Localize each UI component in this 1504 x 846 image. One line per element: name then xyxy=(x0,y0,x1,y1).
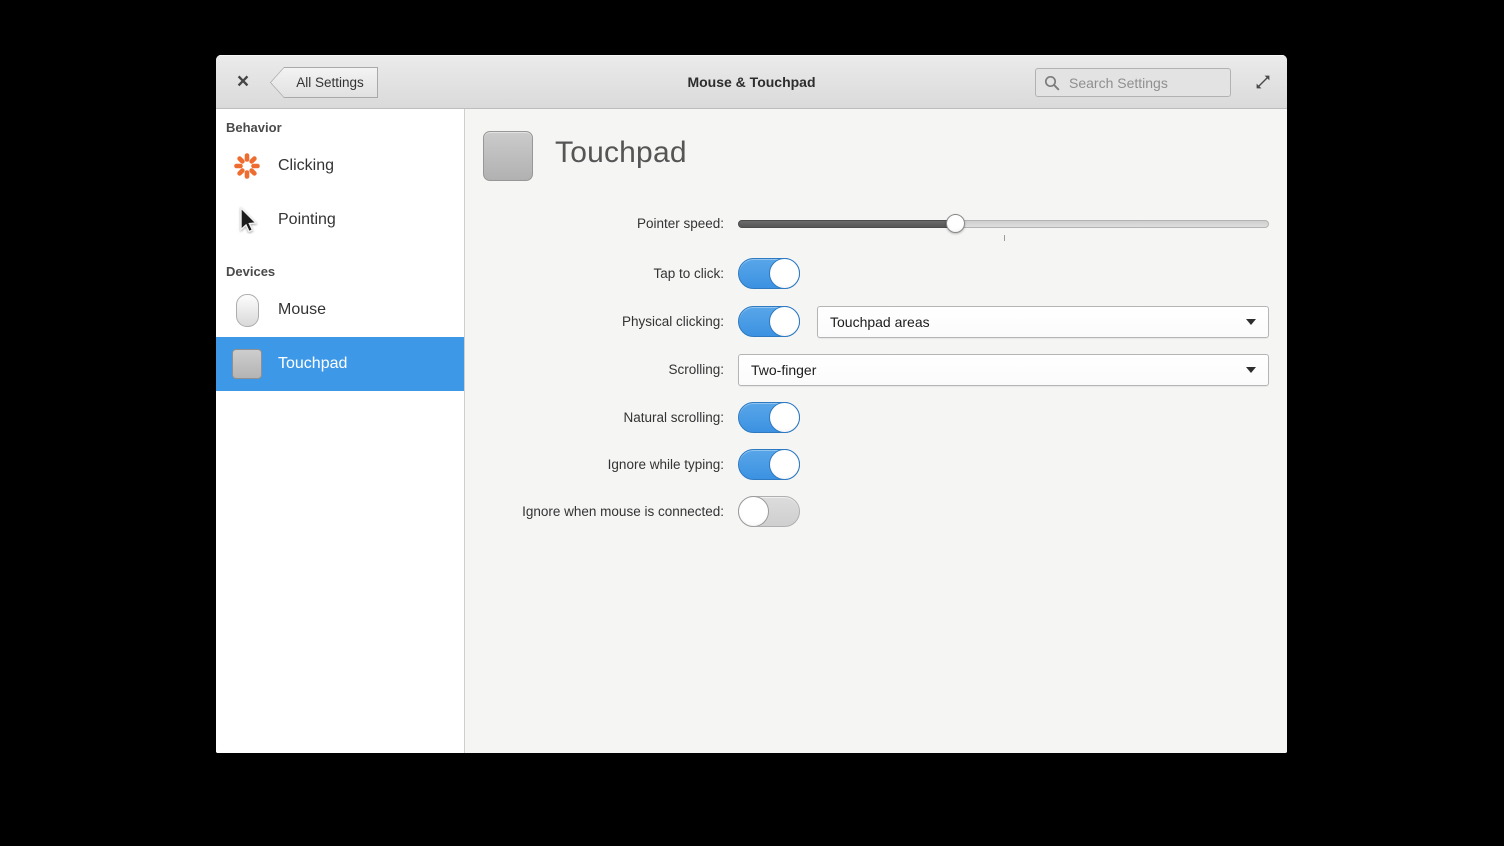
slider-fill xyxy=(738,220,956,228)
mouse-icon xyxy=(236,294,259,327)
row-ignore-mouse-connected: Ignore when mouse is connected: xyxy=(465,496,1269,528)
physical-clicking-select[interactable]: Touchpad areas xyxy=(817,306,1269,338)
toggle-knob xyxy=(738,496,769,527)
physical-clicking-label: Physical clicking: xyxy=(465,306,724,338)
row-natural-scrolling: Natural scrolling: xyxy=(465,402,1269,434)
search-icon xyxy=(1044,75,1060,91)
sidebar-item-label: Clicking xyxy=(278,157,334,175)
desktop-background: × Mouse & Touchpad All Settings xyxy=(0,0,1504,846)
close-button[interactable]: × xyxy=(230,55,256,108)
touchpad-icon xyxy=(232,349,262,379)
sidebar-item-mouse[interactable]: Mouse xyxy=(216,283,464,337)
window-body: Behavior xyxy=(216,109,1287,753)
titlebar: × Mouse & Touchpad All Settings xyxy=(216,55,1287,109)
tap-to-click-toggle[interactable] xyxy=(738,258,800,289)
toggle-knob xyxy=(769,258,800,289)
panel-title: Touchpad xyxy=(555,136,687,170)
cursor-icon xyxy=(232,206,262,234)
natural-scrolling-toggle[interactable] xyxy=(738,402,800,433)
sidebar: Behavior xyxy=(216,109,465,753)
sidebar-item-touchpad[interactable]: Touchpad xyxy=(216,337,464,391)
toggle-knob xyxy=(769,306,800,337)
natural-scrolling-label: Natural scrolling: xyxy=(465,402,724,434)
sidebar-section-devices: Devices xyxy=(216,261,464,283)
sidebar-item-label: Touchpad xyxy=(278,355,347,373)
row-ignore-while-typing: Ignore while typing: xyxy=(465,449,1269,481)
pointer-speed-slider[interactable] xyxy=(738,208,1269,240)
sidebar-item-label: Mouse xyxy=(278,301,326,319)
sidebar-item-clicking[interactable]: Clicking xyxy=(216,139,464,193)
settings-window: × Mouse & Touchpad All Settings xyxy=(216,55,1287,753)
slider-center-tick xyxy=(1004,235,1005,241)
toggle-knob xyxy=(769,449,800,480)
touchpad-hero-icon xyxy=(483,131,533,181)
slider-handle[interactable] xyxy=(946,214,965,233)
row-pointer-speed: Pointer speed: xyxy=(465,208,1269,240)
toggle-knob xyxy=(769,402,800,433)
touchpad-panel: Touchpad Pointer speed: T xyxy=(465,109,1287,753)
back-button-label: All Settings xyxy=(296,75,364,90)
search-input[interactable] xyxy=(1067,74,1222,92)
sidebar-section-behavior: Behavior xyxy=(216,117,464,139)
ignore-while-typing-label: Ignore while typing: xyxy=(465,449,724,481)
sidebar-item-pointing[interactable]: Pointing xyxy=(216,193,464,247)
chevron-down-icon xyxy=(1246,319,1256,325)
maximize-button[interactable] xyxy=(1253,72,1273,92)
pointer-speed-label: Pointer speed: xyxy=(465,208,724,240)
tap-to-click-label: Tap to click: xyxy=(465,258,724,290)
selected-option: Two-finger xyxy=(751,362,816,378)
row-tap-to-click: Tap to click: xyxy=(465,258,1269,290)
chevron-down-icon xyxy=(1246,367,1256,373)
scrolling-select[interactable]: Two-finger xyxy=(738,354,1269,386)
search-field[interactable] xyxy=(1035,68,1231,97)
sidebar-item-label: Pointing xyxy=(278,211,336,229)
scrolling-label: Scrolling: xyxy=(465,354,724,386)
ignore-mouse-connected-toggle[interactable] xyxy=(738,496,800,527)
ignore-while-typing-toggle[interactable] xyxy=(738,449,800,480)
ignore-mouse-connected-label: Ignore when mouse is connected: xyxy=(465,496,724,528)
row-scrolling: Scrolling: Two-finger xyxy=(465,354,1269,386)
all-settings-back-button[interactable]: All Settings xyxy=(270,67,378,98)
close-icon: × xyxy=(237,70,249,94)
physical-clicking-toggle[interactable] xyxy=(738,306,800,337)
row-physical-clicking: Physical clicking: Touchpad areas xyxy=(465,306,1269,338)
maximize-icon xyxy=(1254,73,1272,91)
clicking-burst-icon xyxy=(232,151,262,181)
selected-option: Touchpad areas xyxy=(830,314,930,330)
